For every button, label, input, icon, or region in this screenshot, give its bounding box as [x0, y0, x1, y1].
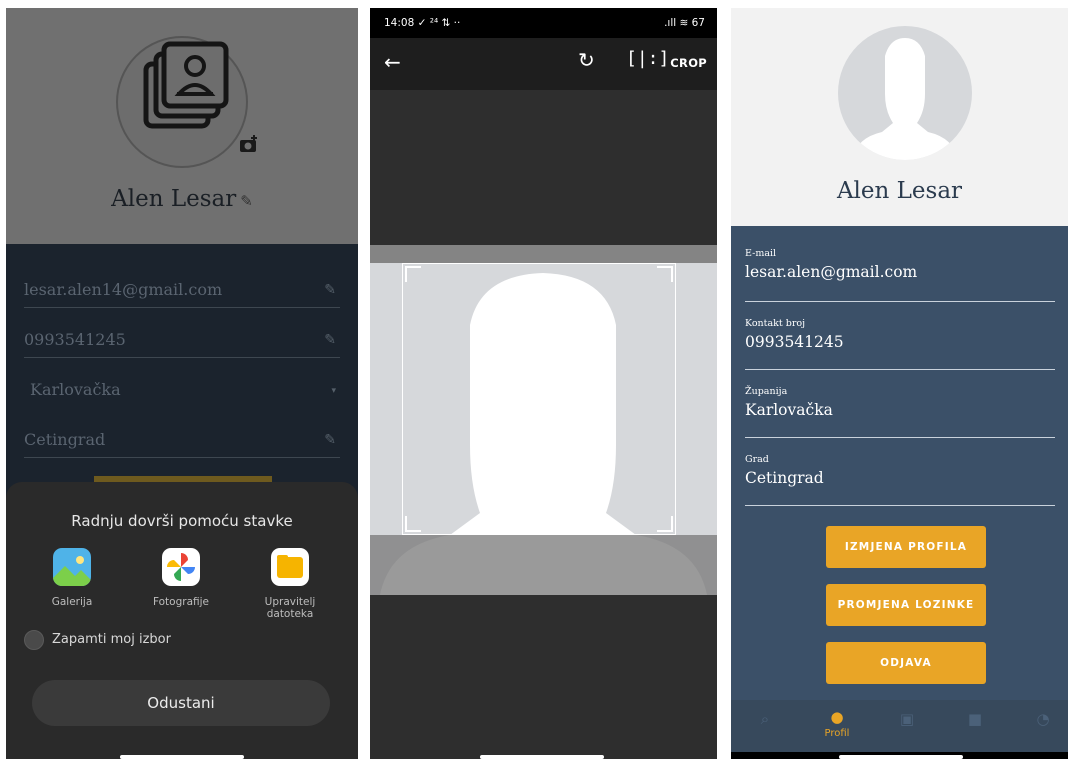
email-field: E-mail lesar.alen@gmail.com	[745, 248, 1055, 302]
city-field[interactable]: Cetingrad ✎	[24, 424, 340, 458]
remember-radio[interactable]	[24, 630, 44, 650]
field-value: 0993541245	[745, 333, 844, 351]
crop-canvas-top	[370, 90, 717, 245]
rotate-icon[interactable]: ↻	[578, 48, 595, 72]
logout-button[interactable]: ODJAVA	[826, 642, 986, 684]
field-label: Grad	[745, 454, 769, 465]
back-arrow-icon[interactable]: ←	[384, 50, 401, 74]
dropdown-arrow-icon: ▾	[331, 386, 336, 396]
home-indicator	[839, 755, 963, 759]
field-label: E-mail	[745, 248, 777, 259]
photos-icon	[162, 548, 200, 586]
city-field: Grad Cetingrad	[745, 454, 1055, 506]
screenshot-stage: Alen Lesar ✎ lesar.alen14@gmail.com ✎ 099…	[0, 0, 1069, 759]
crop-handle-top-right[interactable]	[657, 266, 673, 282]
county-select-value: Karlovačka	[30, 380, 121, 399]
nav-profile[interactable]: ● Profil	[817, 708, 857, 739]
nav-gallery-icon[interactable]: ▣	[887, 710, 927, 728]
edit-name-pencil-icon[interactable]: ✎	[240, 192, 253, 210]
app-chooser-sheet: Radnju dovrši pomoću stavke Galerija Fot…	[6, 482, 358, 759]
field-value: lesar.alen@gmail.com	[745, 263, 918, 281]
app-label: Fotografije	[152, 596, 210, 608]
phone-field-value: 0993541245	[24, 330, 126, 349]
phone-field: Kontakt broj 0993541245	[745, 318, 1055, 370]
phone-field[interactable]: 0993541245 ✎	[24, 324, 340, 358]
edit-pencil-icon[interactable]: ✎	[324, 282, 336, 298]
home-indicator	[480, 755, 604, 759]
flip-icon[interactable]: [|:]	[626, 48, 669, 69]
person-silhouette-icon	[852, 38, 958, 160]
chooser-title: Radnju dovrši pomoću stavke	[71, 512, 293, 530]
crop-button[interactable]: CROP	[670, 56, 707, 70]
app-label: Galerija	[51, 596, 93, 608]
home-indicator	[120, 755, 244, 759]
nav-history-icon[interactable]: ◔	[1023, 710, 1063, 728]
profile-header: Alen Lesar	[731, 8, 1068, 226]
city-field-value: Cetingrad	[24, 430, 106, 449]
file-manager-icon	[271, 548, 309, 586]
nav-briefcase-icon[interactable]: ■	[955, 710, 995, 728]
status-time: 14:08 ✓ ²⁴ ⇅ ··	[384, 17, 461, 29]
app-label: Upravitelj datoteka	[264, 596, 316, 620]
profile-name-text: Alen Lesar	[111, 186, 237, 212]
field-value: Karlovačka	[745, 401, 833, 419]
profile-screen: Alen Lesar E-mail lesar.alen@gmail.com K…	[731, 8, 1068, 759]
county-select[interactable]: Karlovačka ▾	[24, 374, 340, 408]
profile-name: Alen Lesar ✎	[6, 186, 358, 212]
crop-image-area[interactable]	[370, 245, 717, 595]
crop-screen: 14:08 ✓ ²⁴ ⇅ ·· .ıll ≋ 67 ← ↻ [|:] CROP	[370, 8, 717, 759]
profile-edit-screen-with-chooser: Alen Lesar ✎ lesar.alen14@gmail.com ✎ 099…	[6, 8, 358, 759]
crop-handle-top-left[interactable]	[405, 266, 421, 282]
crop-frame[interactable]	[402, 263, 676, 535]
county-field: Županija Karlovačka	[745, 386, 1055, 438]
profile-name: Alen Lesar	[836, 178, 963, 204]
field-label: Županija	[745, 386, 788, 397]
crop-handle-bottom-right[interactable]	[657, 516, 673, 532]
nav-search-icon[interactable]: ⌕	[745, 710, 785, 728]
remember-label: Zapamti moj izbor	[52, 632, 171, 647]
chooser-app-gallery[interactable]: Galerija	[22, 548, 122, 608]
status-bar: 14:08 ✓ ²⁴ ⇅ ·· .ıll ≋ 67	[370, 8, 717, 38]
avatar-placeholder[interactable]	[116, 36, 248, 168]
avatar[interactable]	[838, 26, 972, 160]
field-label: Kontakt broj	[745, 318, 806, 329]
profile-header: Alen Lesar ✎	[6, 8, 358, 244]
person-icon: ●	[830, 708, 844, 726]
chooser-app-photos[interactable]: Fotografije	[131, 548, 231, 608]
chooser-app-file-manager[interactable]: Upravitelj datoteka	[240, 548, 340, 620]
field-value: Cetingrad	[745, 469, 824, 487]
photos-placeholder-icon	[143, 41, 229, 129]
gallery-icon	[53, 548, 91, 586]
edit-pencil-icon[interactable]: ✎	[324, 332, 336, 348]
status-icons: .ıll ≋ 67	[664, 17, 705, 29]
cancel-button[interactable]: Odustani	[32, 680, 330, 726]
bottom-nav: ⌕ ● Profil ▣ ■ ◔	[731, 700, 1068, 752]
email-field-value: lesar.alen14@gmail.com	[24, 280, 223, 299]
crop-canvas-bottom	[370, 595, 717, 759]
edit-profile-button[interactable]: IZMJENA PROFILA	[826, 526, 986, 568]
change-password-button[interactable]: PROMJENA LOZINKE	[826, 584, 986, 626]
crop-handle-bottom-left[interactable]	[405, 516, 421, 532]
add-photo-camera-icon[interactable]	[238, 134, 260, 156]
edit-pencil-icon[interactable]: ✎	[324, 432, 336, 448]
nav-profile-label: Profil	[824, 728, 850, 739]
crop-toolbar: ← ↻ [|:] CROP	[370, 38, 717, 90]
email-field[interactable]: lesar.alen14@gmail.com ✎	[24, 274, 340, 308]
status-time-text: 14:08	[384, 17, 415, 29]
